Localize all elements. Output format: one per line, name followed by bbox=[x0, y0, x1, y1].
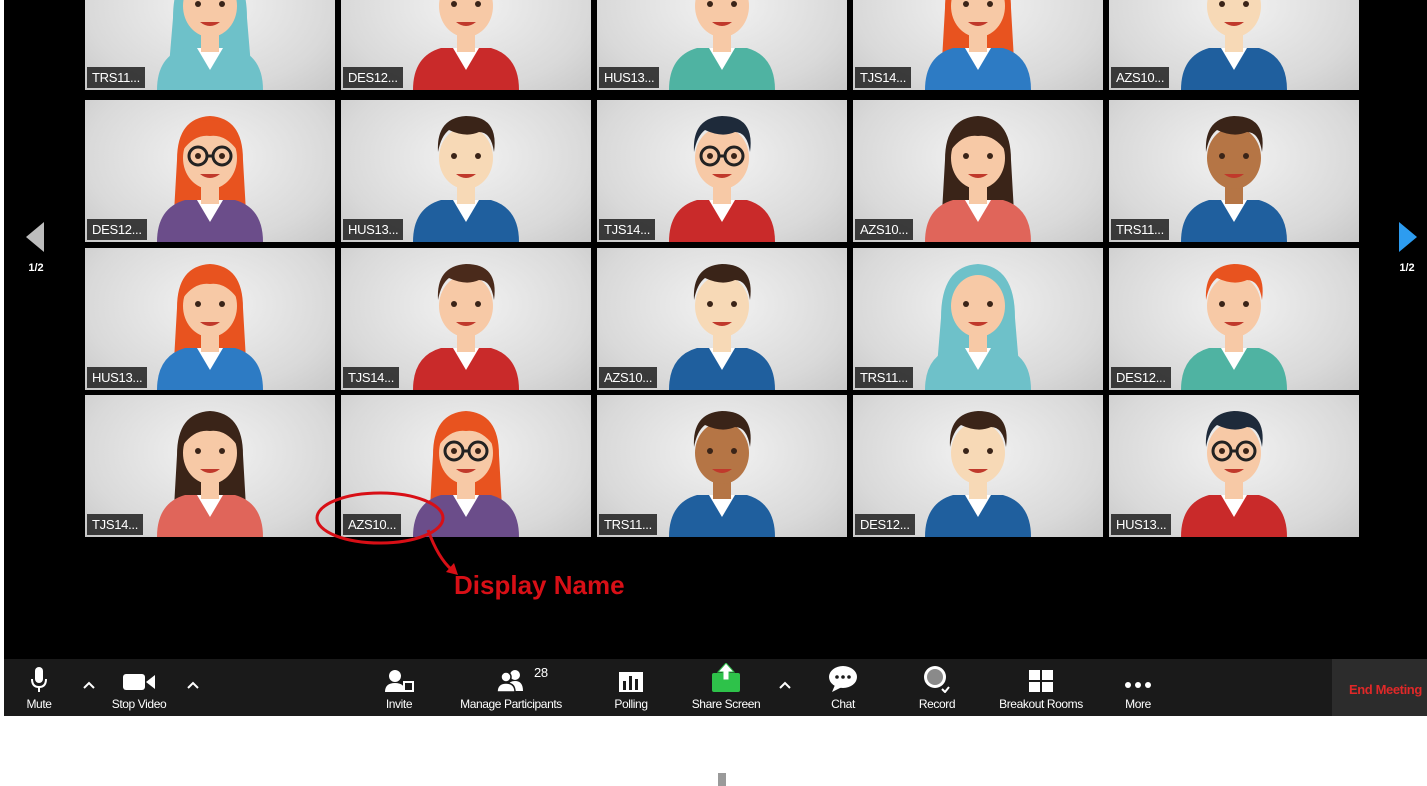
mute-button[interactable]: Mute bbox=[18, 659, 60, 716]
participant-display-name: DES12... bbox=[87, 219, 147, 240]
gallery-row: TJS14... AZS10... TRS11... DES12... HUS13... bbox=[85, 395, 1368, 542]
participant-display-name: HUS13... bbox=[599, 67, 660, 88]
gallery-row: HUS13... TJS14... AZS10... TRS11... DES12... bbox=[85, 248, 1368, 395]
breakout-rooms-label: Breakout Rooms bbox=[999, 697, 1083, 711]
participant-display-name: TRS11... bbox=[599, 514, 657, 535]
microphone-icon bbox=[31, 667, 47, 692]
participant-display-name: AZS10... bbox=[855, 219, 914, 240]
chat-button[interactable]: Chat bbox=[822, 659, 864, 716]
breakout-rooms-button[interactable]: Breakout Rooms bbox=[988, 659, 1094, 716]
invite-label: Invite bbox=[385, 697, 413, 711]
manage-participants-label: Manage Participants bbox=[460, 697, 562, 711]
share-screen-label: Share Screen bbox=[691, 697, 761, 711]
participant-display-name: TJS14... bbox=[599, 219, 656, 240]
participant-display-name: HUS13... bbox=[87, 367, 148, 388]
participants-icon bbox=[496, 670, 523, 693]
participant-display-name: TRS11... bbox=[855, 367, 913, 388]
participant-display-name: TRS11... bbox=[87, 67, 145, 88]
meeting-toolbar: Mute Stop Video Invite 28 Manage Partici… bbox=[4, 659, 1427, 716]
next-page-indicator: 1/2 bbox=[1399, 262, 1415, 274]
ellipsis-icon bbox=[1125, 682, 1151, 688]
participant-display-name: TJS14... bbox=[855, 67, 912, 88]
participant-display-name: TJS14... bbox=[343, 367, 400, 388]
participant-tile[interactable]: TRS11... bbox=[597, 395, 847, 537]
audio-options-chevron-up-icon[interactable] bbox=[82, 679, 96, 691]
next-page-button[interactable]: 1/2 bbox=[1387, 222, 1427, 274]
video-camera-icon bbox=[123, 674, 155, 690]
participant-display-name: AZS10... bbox=[599, 367, 658, 388]
gallery-row: DES12... HUS13... TJS14... AZS10... TRS11... bbox=[85, 100, 1368, 247]
participant-tile[interactable]: TJS14... bbox=[85, 395, 335, 537]
chat-bubble-icon bbox=[829, 666, 857, 692]
stop-video-button[interactable]: Stop Video bbox=[102, 659, 176, 716]
more-button[interactable]: More bbox=[1118, 659, 1158, 716]
share-screen-button[interactable]: Share Screen bbox=[682, 659, 770, 716]
share-screen-icon bbox=[712, 663, 740, 692]
invite-button[interactable]: Invite bbox=[378, 659, 420, 716]
participant-tile[interactable]: TJS14... bbox=[597, 100, 847, 242]
participant-display-name: TJS14... bbox=[87, 514, 144, 535]
share-options-chevron-up-icon[interactable] bbox=[778, 679, 792, 691]
participant-display-name: HUS13... bbox=[343, 219, 404, 240]
participant-tile[interactable]: TRS11... bbox=[85, 0, 335, 90]
participant-tile[interactable]: TRS11... bbox=[853, 248, 1103, 390]
previous-page-button[interactable]: 1/2 bbox=[16, 222, 56, 274]
gallery-row: TRS11... DES12... HUS13... TJS14... AZS10... bbox=[85, 0, 1368, 95]
resize-grip[interactable] bbox=[718, 773, 726, 786]
previous-page-indicator: 1/2 bbox=[28, 262, 44, 274]
participant-tile[interactable]: HUS13... bbox=[1109, 395, 1359, 537]
participant-tile[interactable]: TJS14... bbox=[341, 248, 591, 390]
record-button[interactable]: Record bbox=[912, 659, 962, 716]
participant-tile[interactable]: DES12... bbox=[341, 0, 591, 90]
participant-tile[interactable]: HUS13... bbox=[85, 248, 335, 390]
add-user-icon bbox=[385, 670, 414, 692]
participant-tile[interactable]: DES12... bbox=[853, 395, 1103, 537]
participant-count-badge: 28 bbox=[534, 665, 548, 680]
chat-label: Chat bbox=[831, 697, 855, 711]
participant-display-name: DES12... bbox=[343, 67, 403, 88]
stop-video-label: Stop Video bbox=[111, 697, 167, 711]
chevron-right-icon bbox=[1399, 222, 1417, 252]
manage-participants-button[interactable]: 28 Manage Participants bbox=[446, 659, 576, 716]
participant-tile[interactable]: AZS10... bbox=[853, 100, 1103, 242]
participant-display-name: TRS11... bbox=[1111, 219, 1169, 240]
end-meeting-button[interactable]: End Meeting bbox=[1332, 659, 1427, 716]
polling-button[interactable]: Polling bbox=[608, 659, 654, 716]
record-label: Record bbox=[918, 697, 956, 711]
polling-label: Polling bbox=[614, 697, 648, 711]
participant-display-name: HUS13... bbox=[1111, 514, 1172, 535]
participant-tile[interactable]: DES12... bbox=[85, 100, 335, 242]
mute-label: Mute bbox=[26, 697, 52, 711]
chevron-left-icon bbox=[26, 222, 44, 252]
participant-tile[interactable]: AZS10... bbox=[597, 248, 847, 390]
participant-tile[interactable]: HUS13... bbox=[341, 100, 591, 242]
video-options-chevron-up-icon[interactable] bbox=[186, 679, 200, 691]
participant-display-name: DES12... bbox=[855, 514, 915, 535]
participant-display-name: AZS10... bbox=[1111, 67, 1170, 88]
participant-tile[interactable]: HUS13... bbox=[597, 0, 847, 90]
grid-icon bbox=[1029, 670, 1053, 692]
meeting-window: TRS11... DES12... HUS13... TJS14... AZS10...… bbox=[4, 0, 1427, 716]
annotation-label: Display Name bbox=[454, 570, 625, 600]
record-icon bbox=[924, 666, 950, 693]
participant-tile[interactable]: TJS14... bbox=[853, 0, 1103, 90]
bar-chart-icon bbox=[619, 672, 643, 692]
participant-tile[interactable]: TRS11... bbox=[1109, 100, 1359, 242]
more-label: More bbox=[1125, 697, 1151, 711]
participant-display-name: DES12... bbox=[1111, 367, 1171, 388]
participant-tile[interactable]: AZS10... bbox=[1109, 0, 1359, 90]
participant-tile[interactable]: DES12... bbox=[1109, 248, 1359, 390]
